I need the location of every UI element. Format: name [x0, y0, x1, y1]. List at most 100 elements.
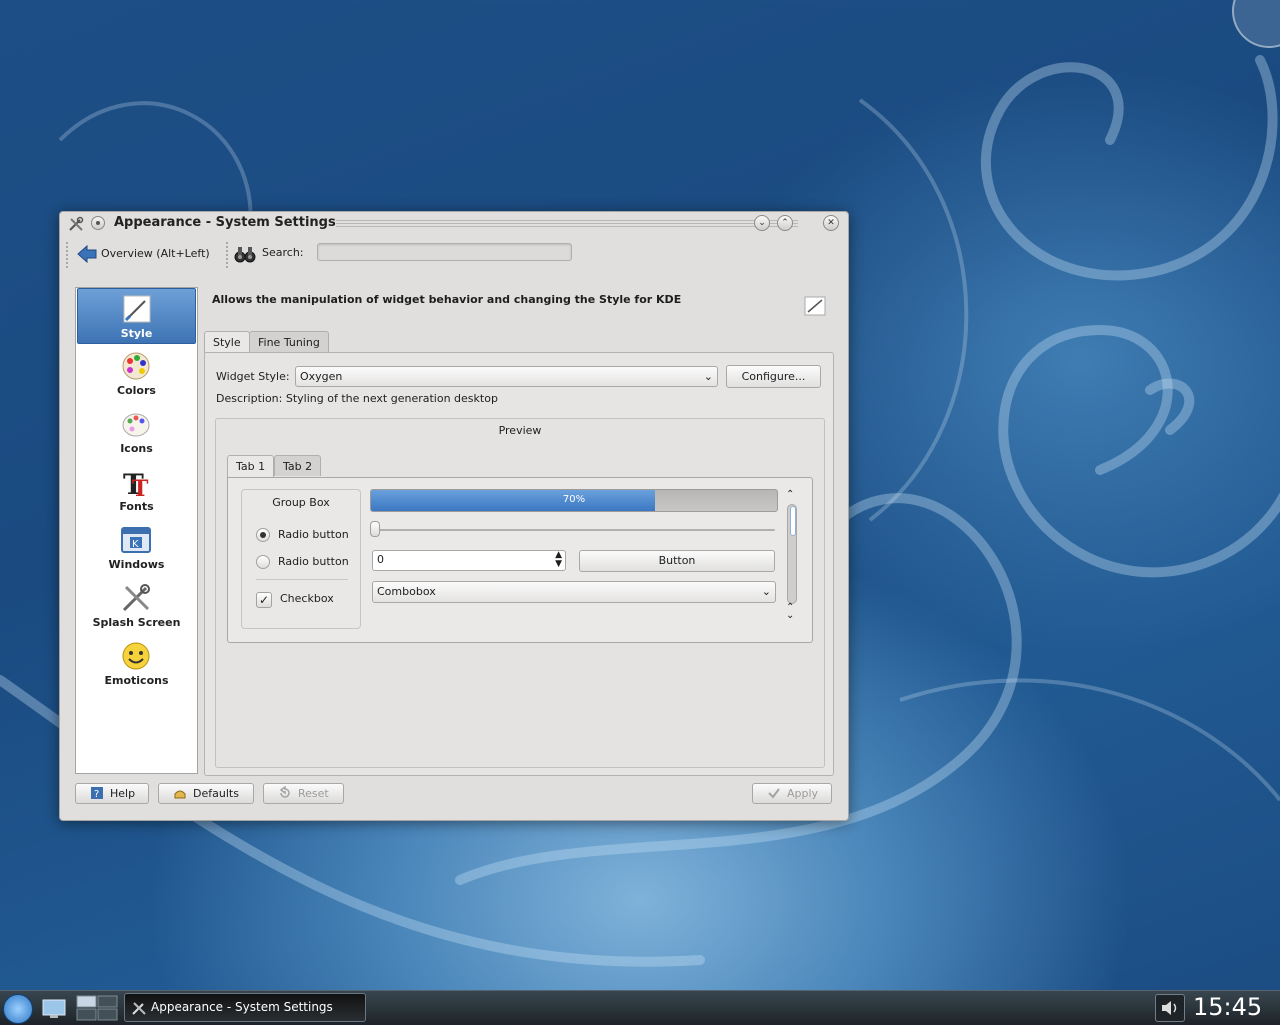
- defaults-button[interactable]: Defaults: [158, 783, 254, 804]
- splash-tools-icon: [122, 584, 150, 612]
- reset-label: Reset: [298, 787, 329, 800]
- sidebar-item-label: Emoticons: [104, 674, 169, 687]
- colors-palette-icon: [122, 352, 150, 380]
- sidebar-item-icons[interactable]: Icons: [77, 404, 196, 460]
- title-bar[interactable]: Appearance - System Settings ⌄ ⌃ ✕: [60, 212, 848, 234]
- svg-text:T: T: [132, 476, 149, 498]
- slider-handle[interactable]: [370, 521, 380, 537]
- pager-icon[interactable]: [76, 995, 118, 1021]
- apply-label: Apply: [787, 787, 819, 800]
- radio-button-2[interactable]: [256, 555, 270, 569]
- help-button[interactable]: ? Help: [75, 783, 149, 804]
- speaker-icon: [1162, 1001, 1177, 1015]
- fonts-icon: T T: [123, 468, 149, 498]
- configure-button[interactable]: Configure...: [726, 365, 821, 388]
- system-settings-tools-icon[interactable]: [68, 216, 84, 232]
- checkbox[interactable]: ✓: [256, 592, 272, 608]
- system-settings-window: Appearance - System Settings ⌄ ⌃ ✕ Overv…: [59, 211, 849, 821]
- spinbox-value: 0: [377, 553, 384, 566]
- sidebar-item-label: Icons: [120, 442, 153, 455]
- style-tab-panel: Widget Style: Oxygen ⌄ Configure... Desc…: [204, 352, 834, 776]
- widget-style-label: Widget Style:: [216, 370, 290, 383]
- clock[interactable]: 15:45: [1193, 991, 1262, 1023]
- tab-label: Tab 1: [236, 460, 266, 473]
- search-label: Search:: [262, 246, 304, 259]
- checkbox-label: Checkbox: [280, 592, 334, 605]
- show-desktop-icon[interactable]: [41, 995, 67, 1021]
- maximize-button[interactable]: ⌃: [777, 215, 793, 231]
- tab-label: Style: [213, 336, 241, 349]
- chevron-up-icon: ⌃: [781, 218, 789, 228]
- group-box-divider: [256, 579, 348, 580]
- window-menu-button[interactable]: [91, 216, 105, 230]
- minimize-button[interactable]: ⌄: [754, 215, 770, 231]
- overview-button[interactable]: Overview (Alt+Left): [101, 247, 210, 260]
- radio-button-1[interactable]: [256, 528, 270, 542]
- sidebar-item-label: Windows: [108, 558, 165, 571]
- icons-palette-icon: [122, 413, 150, 437]
- reset-icon: [279, 786, 290, 798]
- radio-label-1: Radio button: [278, 528, 349, 541]
- apply-button[interactable]: Apply: [752, 783, 832, 804]
- group-box: Group Box Radio button Radio button ✓ Ch…: [241, 489, 361, 629]
- defaults-icon: [174, 790, 186, 799]
- binoculars-icon: [234, 247, 256, 263]
- sidebar-item-fonts[interactable]: T T Fonts: [77, 462, 196, 518]
- title-decoration: [336, 220, 798, 227]
- scrollbar-thumb[interactable]: [790, 506, 796, 536]
- defaults-label: Defaults: [193, 787, 239, 800]
- preview-combobox[interactable]: Combobox ⌄: [372, 581, 776, 603]
- preview-button[interactable]: Button: [579, 550, 775, 572]
- search-input[interactable]: [317, 243, 572, 261]
- checkmark-icon: ✓: [258, 593, 270, 607]
- preview-group: Preview Tab 1 Tab 2 Group Box Radio butt…: [215, 418, 825, 768]
- widget-style-combobox[interactable]: Oxygen ⌄: [295, 366, 718, 387]
- group-box-title: Group Box: [272, 496, 330, 509]
- toolbar-handle: [66, 242, 68, 270]
- chevron-down-icon: ⌄: [758, 218, 766, 228]
- window-title: Appearance - System Settings: [114, 215, 336, 230]
- sidebar-item-label: Splash Screen: [92, 616, 181, 629]
- spin-arrows-icon[interactable]: ▲ ▼: [555, 551, 562, 569]
- sidebar-item-splash-screen[interactable]: Splash Screen: [77, 578, 196, 634]
- style-description: Description: Styling of the next generat…: [216, 392, 498, 405]
- scroll-up-icon[interactable]: ⌃: [786, 489, 794, 500]
- windows-icon: K: [121, 527, 151, 553]
- sidebar-item-style[interactable]: Style: [77, 288, 196, 344]
- tab-label: Tab 2: [283, 460, 313, 473]
- chevron-down-icon: ⌄: [761, 585, 771, 598]
- taskbar: Appearance - System Settings 15:45: [0, 990, 1280, 1025]
- style-module-icon: [804, 296, 826, 316]
- checkmark-icon: [768, 788, 780, 799]
- tab-label: Fine Tuning: [258, 336, 320, 349]
- svg-text:?: ?: [94, 789, 99, 800]
- sidebar-item-windows[interactable]: K Windows: [77, 520, 196, 576]
- close-button[interactable]: ✕: [823, 215, 839, 231]
- scroll-down-icon[interactable]: ⌃ ⌄: [786, 603, 794, 621]
- volume-icon[interactable]: [1155, 994, 1185, 1022]
- taskbar-task-system-settings[interactable]: Appearance - System Settings: [124, 993, 366, 1022]
- sidebar-item-label: Fonts: [119, 500, 154, 513]
- scrollbar-track[interactable]: [787, 504, 797, 604]
- toolbar-separator: [226, 242, 228, 270]
- sidebar-item-label: Colors: [117, 384, 156, 397]
- help-label: Help: [110, 787, 136, 800]
- preview-title: Preview: [498, 424, 542, 437]
- spinbox[interactable]: 0 ▲ ▼: [372, 550, 566, 571]
- sidebar-item-emoticons[interactable]: Emoticons: [77, 636, 196, 692]
- application-launcher-icon[interactable]: [3, 994, 33, 1024]
- preview-tab-1[interactable]: Tab 1: [227, 455, 275, 478]
- tab-style[interactable]: Style: [204, 331, 250, 354]
- help-icon: ?: [91, 787, 103, 800]
- reset-button[interactable]: Reset: [263, 783, 344, 804]
- preview-scrollbar[interactable]: ⌃ ⌃ ⌄: [786, 489, 798, 629]
- widget-style-value: Oxygen: [300, 370, 343, 383]
- sidebar-item-colors[interactable]: Colors: [77, 346, 196, 402]
- preview-tab-2[interactable]: Tab 2: [274, 455, 322, 476]
- svg-text:K: K: [132, 539, 139, 550]
- tab-fine-tuning[interactable]: Fine Tuning: [249, 331, 329, 352]
- slider-track[interactable]: [375, 529, 775, 531]
- back-arrow-icon[interactable]: [77, 245, 97, 263]
- progress-text: 70%: [562, 494, 586, 505]
- preview-tab-panel: Group Box Radio button Radio button ✓ Ch…: [227, 477, 813, 643]
